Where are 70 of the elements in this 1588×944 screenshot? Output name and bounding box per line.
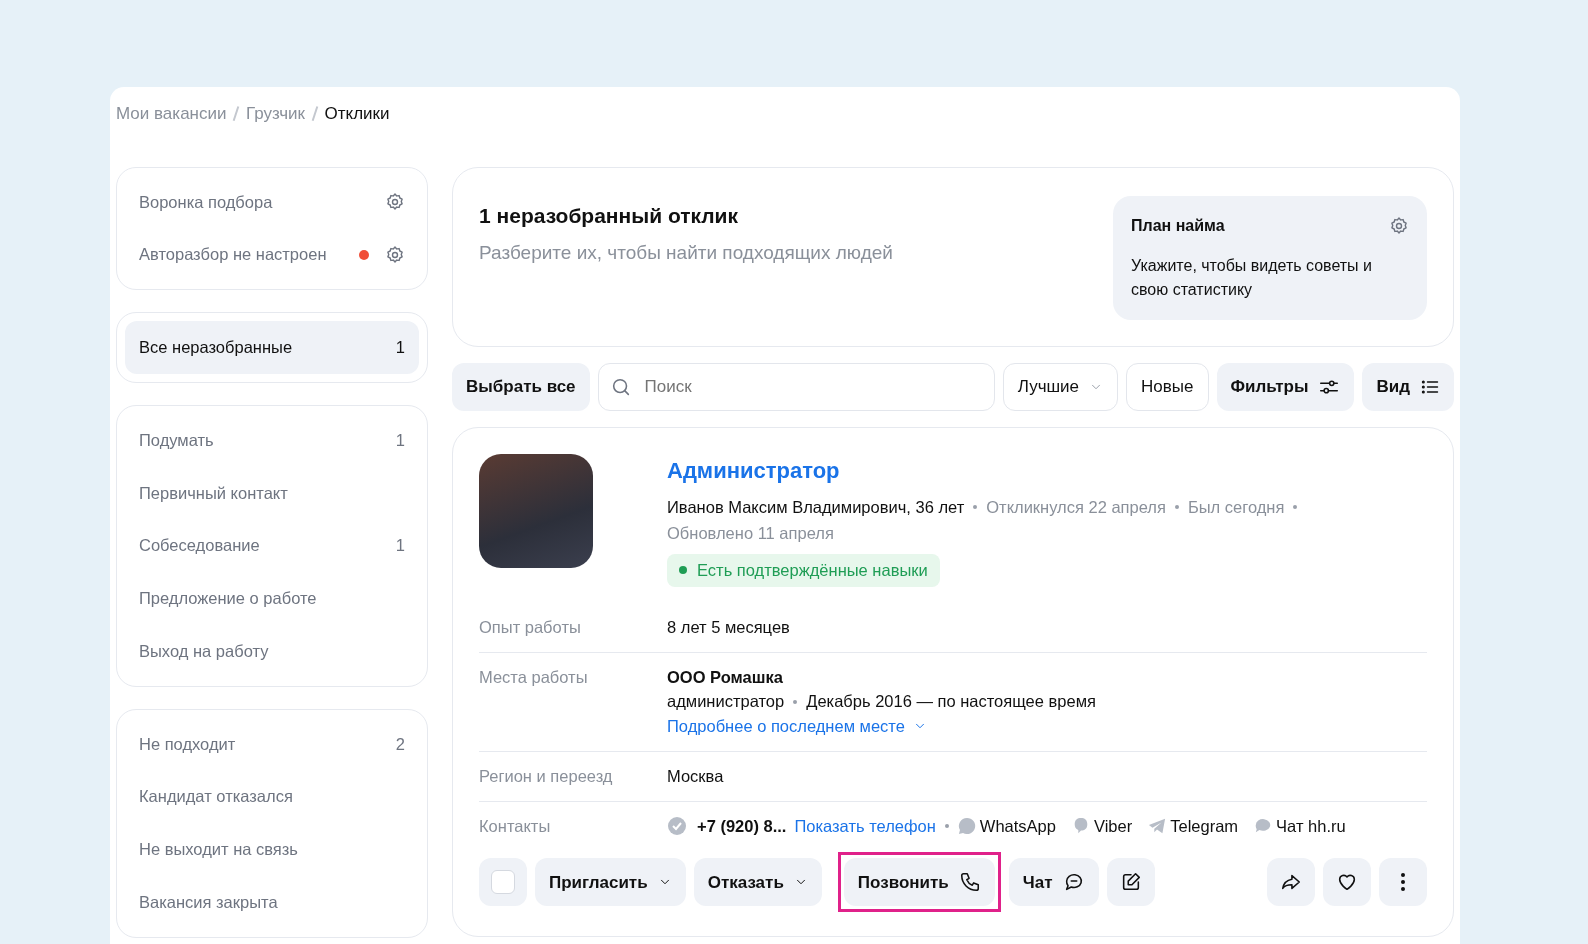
checkbox[interactable] xyxy=(479,858,527,907)
sidebar-item[interactable]: Собеседование 1 xyxy=(125,519,419,572)
candidate-meta: Откликнулся 22 апреля xyxy=(986,496,1166,518)
phone-icon xyxy=(958,871,981,894)
job-role: администратор xyxy=(667,691,785,713)
field-label: Места работы xyxy=(479,666,589,688)
action-button[interactable]: Чат xyxy=(1008,858,1099,907)
separator-dot xyxy=(1293,504,1298,509)
field-value: Москва xyxy=(667,765,724,787)
company-name: ООО Ромашка xyxy=(667,666,784,688)
filters-button[interactable]: Фильтры xyxy=(1216,362,1355,411)
field-label: Опыт работы xyxy=(479,616,582,638)
sidebar-item[interactable]: Вакансия закрыта xyxy=(125,875,419,929)
action-button[interactable]: Пригласить xyxy=(535,858,686,907)
candidate-name: Иванов Максим Владимирович, 36 лет xyxy=(667,496,965,518)
breadcrumb-link[interactable]: Мои вакансии xyxy=(116,101,227,127)
separator-dot xyxy=(944,823,949,828)
sidebar-item[interactable]: Все неразобранные 1 xyxy=(125,321,419,374)
field-label: Контакты xyxy=(479,815,552,837)
candidate-meta: Обновлено 11 апреля xyxy=(667,523,834,545)
field-label: Регион и переезд xyxy=(479,765,614,787)
messenger-link[interactable]: Чат hh.ru xyxy=(1254,813,1346,839)
settings-icon[interactable] xyxy=(385,191,405,212)
view-button[interactable]: Вид xyxy=(1362,362,1454,411)
field-value: 8 лет 5 месяцев xyxy=(667,616,790,638)
select-all-button[interactable]: Выбрать все xyxy=(452,362,590,411)
sidebar-item[interactable]: Предложение о работе xyxy=(125,572,419,625)
sidebar-item[interactable]: Первичный контакт xyxy=(125,466,419,520)
candidate-meta: Был сегодня xyxy=(1187,496,1285,518)
messenger-link[interactable]: Telegram xyxy=(1148,813,1239,839)
phone-number: +7 (920) 8... xyxy=(697,815,787,837)
skills-badge: Есть подтверждённые навыки xyxy=(667,554,940,587)
share-button[interactable] xyxy=(1267,858,1315,907)
summary-subtitle: Разберите их, чтобы найти подходящих людей xyxy=(479,241,893,265)
action-button[interactable]: Позвонить xyxy=(843,858,995,907)
action-button[interactable]: Отказать xyxy=(693,858,822,907)
messenger-link[interactable]: WhatsApp xyxy=(957,813,1056,839)
breadcrumb-separator xyxy=(311,106,318,122)
separator-dot xyxy=(1174,504,1179,509)
verified-icon xyxy=(667,815,687,836)
separator-dot xyxy=(973,504,978,509)
show-phone-link[interactable]: Показать телефон xyxy=(794,813,936,839)
sidebar-link[interactable]: Воронка подбора xyxy=(139,189,273,215)
new-filter-button[interactable]: Новые xyxy=(1126,362,1209,411)
favorite-button[interactable] xyxy=(1323,858,1371,907)
more-link[interactable]: Подробнее о последнем месте xyxy=(667,714,927,739)
sidebar-item[interactable]: Выход на работу xyxy=(125,624,419,678)
sidebar-item[interactable]: Не выходит на связь xyxy=(125,823,419,876)
messenger-link[interactable]: Viber xyxy=(1071,813,1133,839)
sidebar-link[interactable]: Авторазбор не настроен xyxy=(139,242,327,267)
settings-icon[interactable] xyxy=(385,244,405,265)
position-link[interactable]: Администратор xyxy=(667,453,1427,487)
plan-text: Укажите, чтобы видеть советы и свою статистику xyxy=(1131,255,1373,300)
chat-bubble-icon xyxy=(957,816,976,835)
breadcrumb-link[interactable]: Грузчик xyxy=(245,101,305,127)
settings-icon[interactable] xyxy=(1389,215,1409,236)
search-field[interactable]: Поиск xyxy=(597,362,995,411)
paper-plane-icon xyxy=(1148,816,1167,835)
edit-button[interactable] xyxy=(1106,858,1155,907)
more-button[interactable] xyxy=(1379,858,1427,907)
more-icon xyxy=(1400,872,1406,893)
plan-title: План найма xyxy=(1131,215,1225,236)
sort-dropdown[interactable]: Лучшие xyxy=(1002,362,1119,411)
separator-dot xyxy=(793,699,798,704)
summary-title: 1 неразобранный отклик xyxy=(479,202,740,229)
sidebar-item[interactable]: Подумать 1 xyxy=(125,413,419,467)
job-period: Декабрь 2016 — по настоящее время xyxy=(806,691,1096,713)
chat-bubble-icon xyxy=(1254,816,1273,835)
sidebar-item[interactable]: Не подходит 2 xyxy=(125,717,419,771)
sidebar-item[interactable]: Кандидат отказался xyxy=(125,770,419,823)
